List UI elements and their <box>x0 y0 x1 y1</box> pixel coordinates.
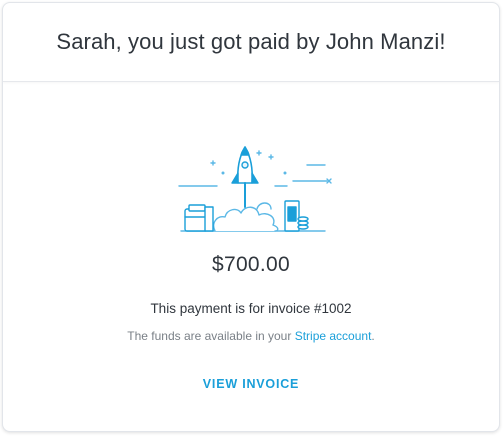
payment-notification-card: Sarah, you just got paid by John Manzi! <box>2 2 500 432</box>
notification-title: Sarah, you just got paid by John Manzi! <box>56 29 446 54</box>
funds-availability-text: The funds are available in your Stripe a… <box>3 329 499 343</box>
card-header: Sarah, you just got paid by John Manzi! <box>3 3 499 82</box>
invoice-reference-text: This payment is for invoice #1002 <box>150 301 352 316</box>
payment-amount: $700.00 <box>211 253 290 276</box>
rocket-launch-illustration-icon <box>178 146 332 232</box>
funds-suffix-text: . <box>371 329 375 343</box>
stripe-account-link[interactable]: Stripe account <box>295 329 372 343</box>
view-invoice-button[interactable]: VIEW INVOICE <box>203 377 299 391</box>
funds-prefix-text: The funds are available in your <box>127 329 295 343</box>
view-invoice-container: VIEW INVOICE <box>3 375 499 393</box>
